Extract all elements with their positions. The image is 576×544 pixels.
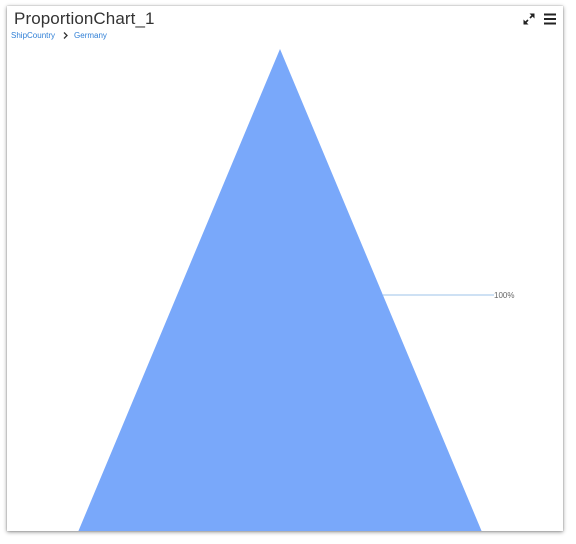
breadcrumb-item-germany[interactable]: Germany [74, 31, 107, 40]
widget-title: ProportionChart_1 [14, 9, 155, 28]
pyramid-chart: 100% [78, 49, 514, 531]
breadcrumb-item-shipcountry[interactable]: ShipCountry [11, 31, 55, 40]
hamburger-menu-icon[interactable] [542, 11, 558, 27]
data-label: 100% [494, 291, 514, 300]
expand-icon[interactable] [521, 11, 537, 27]
pyramid-segment[interactable] [78, 49, 482, 531]
chevron-right-icon [63, 32, 68, 39]
breadcrumb: ShipCountry Germany [11, 31, 107, 40]
proportion-chart-widget: 100% ProportionChart_1 ShipCountry Germa… [7, 6, 563, 531]
